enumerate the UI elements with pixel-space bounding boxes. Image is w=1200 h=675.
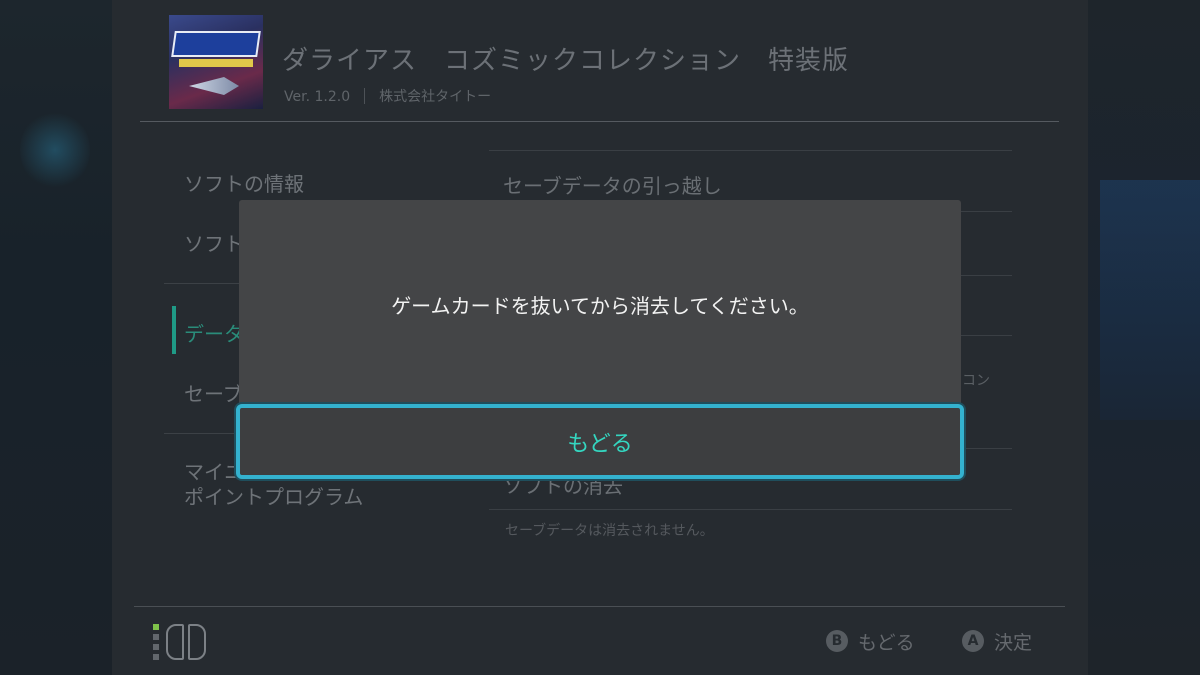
- dialog-back-label: もどる: [567, 431, 633, 457]
- dialog-back-button[interactable]: もどる: [236, 404, 964, 479]
- dialog-message: ゲームカードを抜いてから消去してください。: [391, 294, 809, 318]
- screen: ダライアス コズミックコレクション 特装版 Ver. 1.2.0 株式会社タイトー…: [0, 0, 1200, 675]
